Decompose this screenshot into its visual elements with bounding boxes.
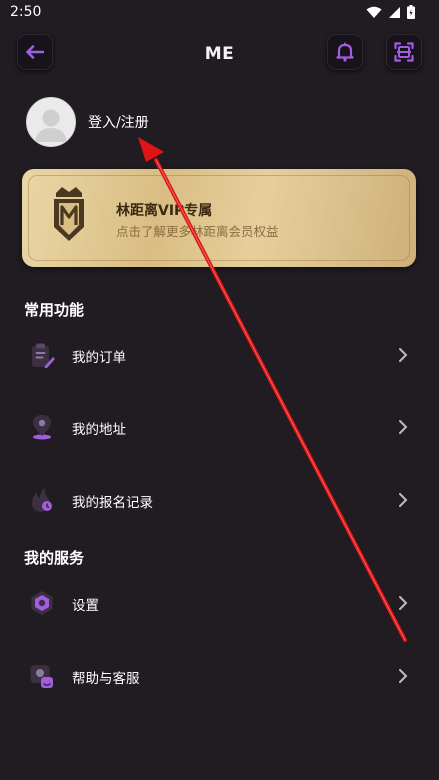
- chevron-right-icon: [399, 669, 408, 683]
- bell-icon: [336, 42, 354, 62]
- status-bar: 2:50: [0, 0, 439, 26]
- scan-button[interactable]: [386, 34, 422, 70]
- scan-icon: [394, 42, 414, 62]
- chevron-right-icon: [399, 493, 408, 507]
- page-title: ME: [204, 44, 235, 64]
- vip-title: 林距离VIP专属: [116, 203, 213, 219]
- login-register-link[interactable]: 登入/注册: [88, 112, 149, 132]
- location-pin-icon: [33, 415, 51, 440]
- menu-item-label: 设置: [72, 598, 99, 614]
- flame-record-icon: [32, 488, 52, 512]
- menu-item-label: 我的报名记录: [72, 495, 153, 511]
- status-icons: [366, 5, 415, 19]
- vip-subtitle: 点击了解更多林距离会员权益: [116, 224, 279, 239]
- signal-icon: [389, 6, 400, 18]
- status-time: 2:50: [10, 4, 42, 20]
- wifi-icon: [366, 6, 382, 18]
- profile-login[interactable]: 登入/注册: [26, 97, 149, 147]
- section-title-common: 常用功能: [24, 301, 85, 319]
- menu-item-label: 我的订单: [72, 350, 126, 366]
- vip-crest-icon: [52, 187, 86, 247]
- avatar[interactable]: [26, 97, 76, 147]
- hexagon-settings-icon: [31, 591, 53, 615]
- chevron-right-icon: [399, 348, 408, 362]
- vip-banner[interactable]: 林距离VIP专属 点击了解更多林距离会员权益: [22, 169, 416, 267]
- default-avatar-icon: [27, 98, 75, 146]
- battery-icon: [407, 5, 415, 19]
- menu-item-label: 我的地址: [72, 422, 126, 438]
- order-clipboard-icon: [32, 343, 55, 368]
- menu-item-help-service[interactable]: 帮助与客服: [0, 654, 439, 698]
- section-title-services: 我的服务: [24, 549, 85, 567]
- chevron-right-icon: [399, 420, 408, 434]
- notification-button[interactable]: [327, 34, 363, 70]
- menu-item-settings[interactable]: 设置: [0, 581, 439, 625]
- menu-item-my-address[interactable]: 我的地址: [0, 405, 439, 449]
- menu-item-registration-records[interactable]: 我的报名记录: [0, 478, 439, 522]
- menu-item-my-orders[interactable]: 我的订单: [0, 333, 439, 377]
- help-service-icon: [30, 665, 53, 688]
- menu-item-label: 帮助与客服: [72, 671, 140, 687]
- chevron-right-icon: [399, 596, 408, 610]
